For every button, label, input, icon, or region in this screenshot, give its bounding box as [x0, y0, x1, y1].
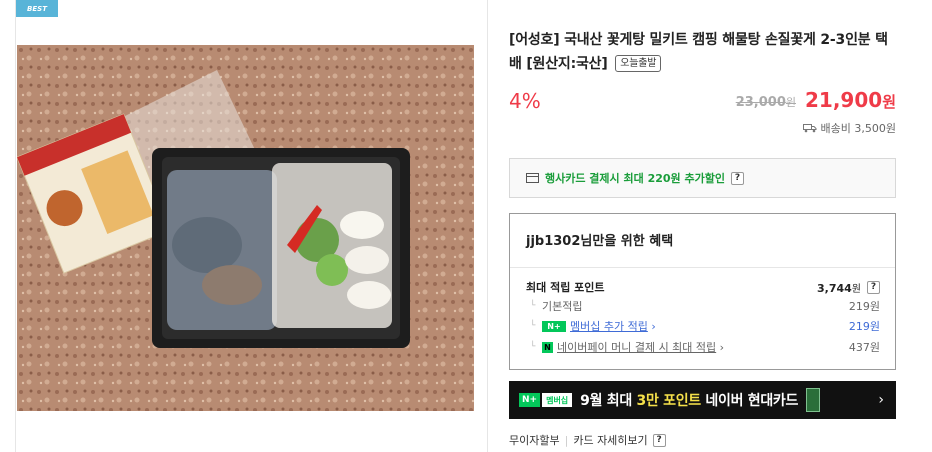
sale-price: 21,900원: [805, 88, 896, 112]
today-shipping-badge: 오늘출발: [615, 55, 662, 72]
membership-point-link[interactable]: 멤버십 추가 적립: [570, 318, 648, 334]
naverpay-point-value: 437원: [848, 341, 880, 354]
benefit-body: 최대 적립 포인트 3,744원 ? └ 기본적립 219원 └ N+ 멤버십 …: [510, 267, 895, 354]
membership-point-value: 219원: [848, 320, 880, 333]
naverpay-point-link[interactable]: 네이버페이 머니 결제 시 최대 적립: [557, 339, 716, 355]
card-event-help-icon[interactable]: ?: [730, 171, 744, 185]
max-point-row: 최대 적립 포인트 3,744원 ?: [526, 279, 880, 295]
best-badge: BEST: [16, 0, 58, 17]
product-image[interactable]: [17, 45, 474, 411]
tree-branch-icon: └: [530, 321, 536, 331]
benefit-title: jjb1302님만을 위한 혜택: [526, 234, 674, 249]
banner-text-prefix: 9월 최대: [580, 393, 637, 409]
original-price-value: 23,000: [735, 95, 786, 110]
truck-icon: [802, 124, 817, 133]
sale-price-unit: 원: [882, 93, 896, 111]
chevron-right-icon: ›: [716, 340, 725, 354]
tree-branch-icon: └: [530, 301, 536, 311]
member-benefit-box: jjb1302님만을 위한 혜택 최대 적립 포인트 3,744원 ? └ 기본…: [509, 213, 896, 370]
basic-point-label: 기본적립: [542, 300, 583, 313]
original-price: 23,000원: [736, 94, 796, 110]
divider: |: [564, 433, 569, 447]
naverpay-money-icon: N: [542, 341, 553, 353]
banner-text-highlight: 3만 포인트: [636, 393, 702, 409]
hyundai-card-banner[interactable]: N+ 멤버십 9월 최대 3만 포인트 네이버 현대카드 ›: [509, 381, 896, 419]
shipping-fee-text: 배송비 3,500원: [820, 122, 896, 135]
max-point-amount: 3,744원: [817, 280, 867, 295]
product-title: [어성호] 국내산 꽃게탕 밀키트 캠핑 해물탕 손질꽃게 2-3인분 택배 […: [509, 28, 896, 76]
chevron-right-icon: ›: [647, 319, 656, 333]
product-title-text: [어성호] 국내산 꽃게탕 밀키트 캠핑 해물탕 손질꽃게 2-3인분 택배 […: [509, 32, 888, 72]
basic-point-value: 219원: [848, 300, 880, 313]
basic-point-row: └ 기본적립 219원: [526, 298, 880, 314]
chevron-right-icon: ›: [878, 392, 884, 408]
max-point-help-icon[interactable]: ?: [867, 280, 880, 294]
installment-row: 무이자할부 | 카드 자세히보기 ?: [509, 432, 666, 448]
max-point-label: 최대 적립 포인트: [526, 281, 605, 294]
membership-badge: 멤버십: [542, 393, 573, 407]
max-point-unit: 원: [851, 283, 861, 295]
credit-card-icon: [526, 173, 539, 183]
membership-point-row: └ N+ 멤버십 추가 적립 › 219원: [526, 318, 880, 334]
product-image-panel: BEST: [15, 0, 488, 452]
card-event-text: 행사카드 결제시 최대 220원 추가할인: [545, 172, 725, 185]
sale-price-value: 21,900: [805, 88, 883, 112]
banner-text: 9월 최대 3만 포인트 네이버 현대카드: [580, 390, 798, 410]
discount-rate: 4%: [509, 89, 541, 113]
naver-plus-badge: N+: [519, 393, 541, 407]
tree-branch-icon: └: [530, 342, 536, 352]
card-image-icon: [806, 388, 821, 412]
naverpay-point-row: └ N 네이버페이 머니 결제 시 최대 적립 › 437원: [526, 339, 880, 355]
original-price-unit: 원: [785, 96, 796, 109]
banner-text-suffix: 네이버 현대카드: [700, 393, 799, 409]
shipping-fee: 배송비 3,500원: [802, 120, 896, 136]
installment-help-icon[interactable]: ?: [652, 433, 666, 447]
card-detail-link[interactable]: 카드 자세히보기: [573, 432, 647, 448]
max-point-value: 3,744: [817, 281, 852, 295]
naver-plus-icon: N+: [542, 320, 566, 332]
installment-label: 무이자할부: [509, 434, 560, 447]
card-event-box[interactable]: 행사카드 결제시 최대 220원 추가할인 ?: [509, 158, 896, 198]
